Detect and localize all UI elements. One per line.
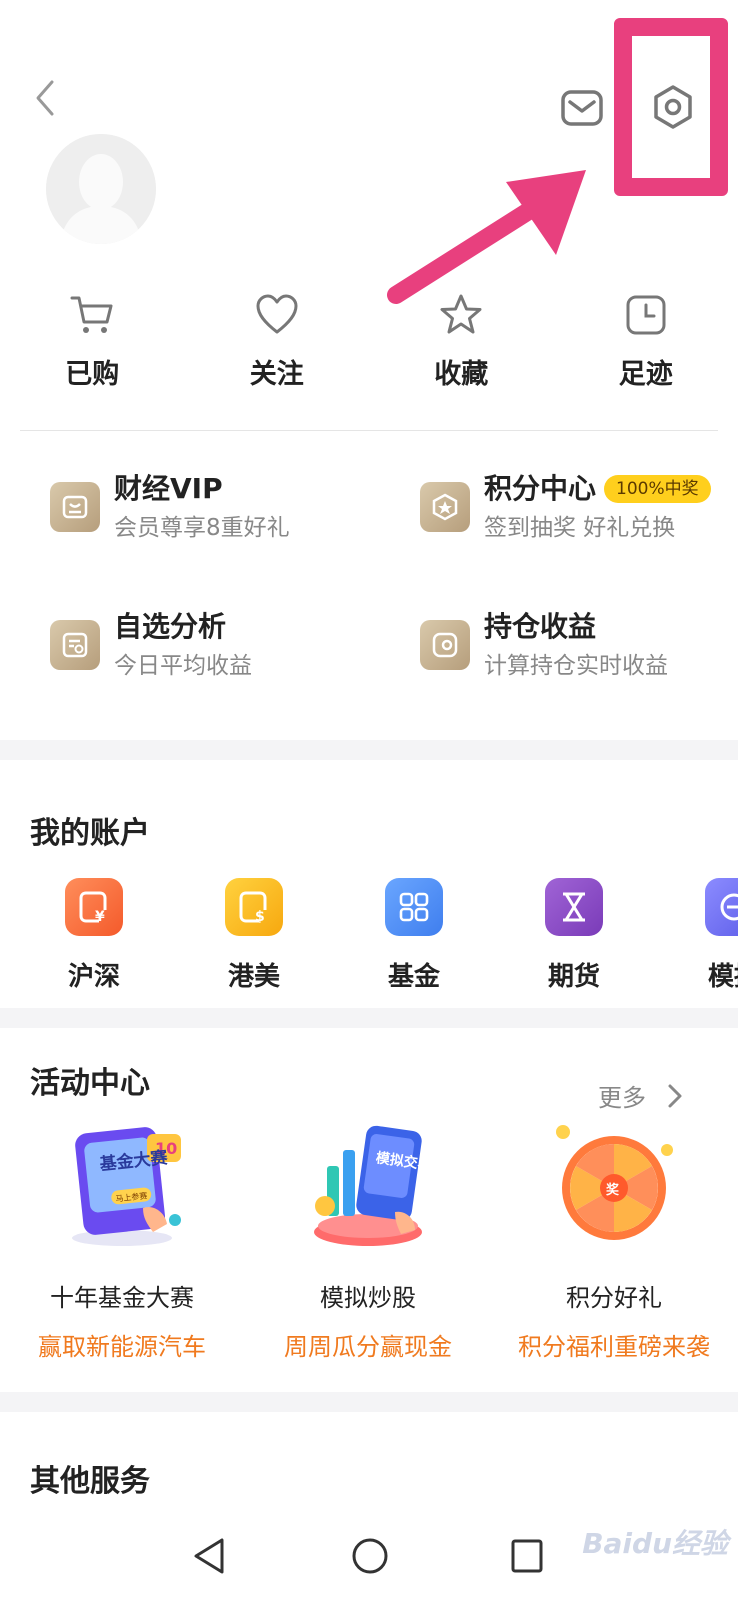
heart-icon xyxy=(256,294,298,334)
other-services-title: 其他服务 xyxy=(30,1464,150,1499)
account-item-futures[interactable]: 期货 xyxy=(514,878,634,993)
divider xyxy=(20,430,718,431)
illustration-text: 奖 xyxy=(606,1182,620,1198)
activity-subtitle: 赢取新能源汽车 xyxy=(38,1333,206,1361)
chevron-right-icon xyxy=(668,1084,682,1107)
feature-subtitle: 签到抽奖 好礼兑换 xyxy=(484,515,676,541)
nav-back-icon[interactable] xyxy=(190,1536,228,1576)
account-item-ganmei[interactable]: $ 港美 xyxy=(194,878,314,993)
analysis-icon xyxy=(50,620,100,670)
activity-subtitle: 积分福利重磅来袭 xyxy=(518,1333,710,1361)
accounts-section-title: 我的账户 xyxy=(30,816,150,851)
clock-icon xyxy=(626,295,666,335)
prize-badge: 100%中奖 xyxy=(604,475,711,503)
section-separator xyxy=(0,1392,738,1412)
activity-section-title: 活动中心 xyxy=(30,1066,150,1101)
fund-contest-illustration: 10 基金大赛 马上参赛 xyxy=(57,1120,187,1250)
feature-title: 持仓收益 xyxy=(484,610,597,643)
activity-points-gift[interactable]: 奖 积分好礼 积分福利重磅来袭 xyxy=(494,1120,734,1362)
cart-icon xyxy=(70,296,113,333)
account-item-simulate[interactable]: 模拟 xyxy=(674,878,738,993)
feature-vip[interactable]: 财经VIP 会员尊享8重好礼 xyxy=(50,470,290,544)
highlight-box xyxy=(614,18,728,196)
quick-item-history[interactable]: 足迹 xyxy=(554,292,738,402)
system-nav-bar xyxy=(0,1530,738,1600)
back-icon[interactable] xyxy=(30,78,66,118)
pointer-arrow-icon xyxy=(387,170,586,304)
feature-subtitle: 会员尊享8重好礼 xyxy=(114,515,290,541)
mail-icon[interactable] xyxy=(560,86,604,130)
quick-label: 已购 xyxy=(65,359,120,390)
dollar-account-icon: $ xyxy=(225,878,283,936)
section-separator xyxy=(0,740,738,760)
feature-watchlist-analysis[interactable]: 自选分析 今日平均收益 xyxy=(50,608,252,682)
feature-title: 自选分析 xyxy=(114,610,227,643)
feature-holdings-returns[interactable]: 持仓收益 计算持仓实时收益 xyxy=(420,608,668,682)
svg-text:$: $ xyxy=(255,909,265,924)
account-label: 沪深 xyxy=(67,962,120,992)
feature-title: 财经VIP xyxy=(114,472,223,505)
avatar[interactable] xyxy=(46,134,156,244)
quick-actions: 已购 关注 收藏 足迹 xyxy=(0,292,738,402)
account-label: 模拟 xyxy=(707,962,738,992)
section-separator xyxy=(0,1008,738,1028)
more-link[interactable]: 更多 xyxy=(598,1078,684,1113)
account-label: 期货 xyxy=(547,962,600,992)
yuan-account-icon: ¥ xyxy=(65,878,123,936)
star-icon xyxy=(440,294,482,334)
nav-home-icon[interactable] xyxy=(350,1536,390,1576)
simulate-icon xyxy=(705,878,738,936)
activity-title: 十年基金大赛 xyxy=(50,1284,194,1312)
feature-subtitle: 计算持仓实时收益 xyxy=(484,653,668,679)
accounts-row: ¥ 沪深 $ 港美 基金 期货 模拟 xyxy=(0,878,738,1008)
quick-label: 足迹 xyxy=(618,359,673,390)
activity-title: 积分好礼 xyxy=(566,1284,662,1312)
simulated-trading-illustration: 模拟交易 xyxy=(303,1120,433,1250)
quick-label: 关注 xyxy=(249,359,304,390)
activity-simulated-trading[interactable]: 模拟交易 模拟炒股 周周瓜分赢现金 xyxy=(248,1120,488,1362)
quick-item-purchased[interactable]: 已购 xyxy=(0,292,185,402)
prize-wheel-illustration: 奖 xyxy=(549,1120,679,1250)
account-label: 基金 xyxy=(387,962,440,992)
account-item-fund[interactable]: 基金 xyxy=(354,878,474,993)
holdings-icon xyxy=(420,620,470,670)
feature-points-center[interactable]: 积分中心 100%中奖 签到抽奖 好礼兑换 xyxy=(420,470,711,544)
quick-item-follow[interactable]: 关注 xyxy=(185,292,370,402)
points-icon xyxy=(420,482,470,532)
feature-subtitle: 今日平均收益 xyxy=(114,653,252,679)
activity-fund-contest[interactable]: 10 基金大赛 马上参赛 十年基金大赛 赢取新能源汽车 xyxy=(2,1120,242,1362)
quick-label: 收藏 xyxy=(434,359,489,390)
account-item-hushen[interactable]: ¥ 沪深 xyxy=(34,878,154,993)
activity-subtitle: 周周瓜分赢现金 xyxy=(284,1333,452,1361)
more-label: 更多 xyxy=(598,1084,646,1112)
fund-grid-icon xyxy=(385,878,443,936)
vip-icon xyxy=(50,482,100,532)
activity-title: 模拟炒股 xyxy=(320,1284,416,1312)
feature-title: 积分中心 xyxy=(484,472,597,505)
nav-recents-icon[interactable] xyxy=(508,1536,546,1576)
svg-text:¥: ¥ xyxy=(95,909,105,924)
hourglass-icon xyxy=(545,878,603,936)
quick-item-favorites[interactable]: 收藏 xyxy=(369,292,554,402)
account-label: 港美 xyxy=(227,962,280,992)
